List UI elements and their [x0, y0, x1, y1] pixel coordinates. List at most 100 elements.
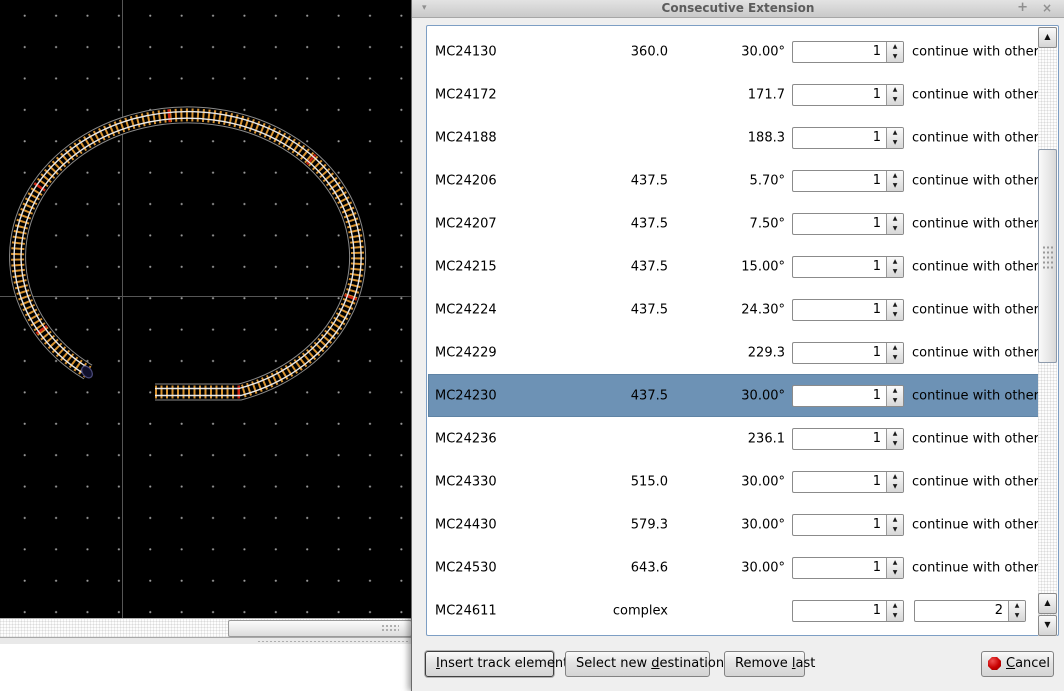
quantity-value[interactable]: 1 — [793, 515, 886, 535]
scroll-up-icon[interactable]: ▲ — [1038, 27, 1057, 48]
maximize-icon[interactable]: + — [1017, 0, 1028, 16]
spinner-steppers[interactable]: ▲ ▼ — [886, 471, 903, 492]
spin-up-icon[interactable]: ▲ — [887, 429, 903, 439]
spin-up-icon[interactable]: ▲ — [887, 343, 903, 353]
spin-down-icon[interactable]: ▼ — [887, 224, 903, 234]
spin-up-icon[interactable]: ▲ — [887, 558, 903, 568]
quantity-value[interactable]: 1 — [793, 343, 886, 363]
spin-down-icon[interactable]: ▼ — [887, 181, 903, 191]
spin-down-icon[interactable]: ▼ — [887, 439, 903, 449]
spinner-steppers[interactable]: ▲ ▼ — [886, 213, 903, 234]
spinner-steppers[interactable]: ▲ ▼ — [1008, 600, 1025, 621]
spinner-steppers[interactable]: ▲ ▼ — [886, 256, 903, 277]
quantity-spinner[interactable]: 1 ▲ ▼ — [792, 298, 904, 321]
quantity-spinner[interactable]: 1 ▲ ▼ — [792, 255, 904, 278]
track-row[interactable]: MC24236 236.1 1 ▲ ▼ ▲ ▼ continue with ot… — [428, 417, 1040, 460]
spin-down-icon[interactable]: ▼ — [887, 95, 903, 105]
spin-down-icon[interactable]: ▼ — [887, 138, 903, 148]
spin-down-icon[interactable]: ▼ — [887, 310, 903, 320]
track-row[interactable]: MC24172 171.7 1 ▲ ▼ ▲ ▼ continue with ot… — [428, 73, 1040, 116]
spin-up-icon[interactable]: ▲ — [887, 386, 903, 396]
spin-down-icon[interactable]: ▼ — [887, 611, 903, 621]
spin-up-icon[interactable]: ▲ — [887, 128, 903, 138]
canvas-hscrollbar[interactable] — [0, 618, 412, 637]
spinner-steppers[interactable]: ▲ ▼ — [886, 41, 903, 62]
spin-up-icon[interactable]: ▲ — [887, 300, 903, 310]
quantity-value[interactable]: 1 — [793, 128, 886, 148]
quantity-value[interactable]: 1 — [793, 85, 886, 105]
spin-up-icon[interactable]: ▲ — [1009, 601, 1025, 611]
spin-down-icon[interactable]: ▼ — [887, 396, 903, 406]
quantity-spinner[interactable]: 1 ▲ ▼ — [792, 599, 904, 622]
track-row[interactable]: MC24229 229.3 1 ▲ ▼ ▲ ▼ continue with ot… — [428, 331, 1040, 374]
quantity-spinner[interactable]: 1 ▲ ▼ — [792, 384, 904, 407]
spin-down-icon[interactable]: ▼ — [887, 353, 903, 363]
spinner-steppers[interactable]: ▲ ▼ — [886, 385, 903, 406]
quantity-value[interactable]: 1 — [793, 257, 886, 277]
select-new-destination-button[interactable]: Select new destination — [565, 651, 724, 677]
dialog-titlebar[interactable]: ▾ Consecutive Extension + × — [412, 0, 1064, 18]
quantity-spinner[interactable]: 1 ▲ ▼ — [792, 556, 904, 579]
quantity-value[interactable]: 1 — [793, 386, 886, 406]
spin-down-icon[interactable]: ▼ — [1009, 611, 1025, 621]
quantity-spinner[interactable]: 1 ▲ ▼ — [792, 341, 904, 364]
quantity-spinner[interactable]: 1 ▲ ▼ — [792, 83, 904, 106]
quantity-value[interactable]: 1 — [793, 42, 886, 62]
spin-up-icon[interactable]: ▲ — [887, 85, 903, 95]
quantity-spinner[interactable]: 1 ▲ ▼ — [792, 169, 904, 192]
spin-down-icon[interactable]: ▼ — [887, 568, 903, 578]
scroll-down-icon[interactable]: ▼ — [1038, 615, 1057, 636]
quantity-value[interactable]: 1 — [793, 429, 886, 449]
quantity-value[interactable]: 1 — [793, 601, 886, 621]
track-row[interactable]: MC24611 complex 1 ▲ ▼ 2 ▲ ▼ — [428, 589, 1040, 632]
quantity-value[interactable]: 1 — [793, 300, 886, 320]
remove-last-button[interactable]: Remove last — [724, 651, 815, 677]
track-row[interactable]: MC24188 188.3 1 ▲ ▼ ▲ ▼ continue with ot… — [428, 116, 1040, 159]
track-row[interactable]: MC24230 437.5 30.00° 1 ▲ ▼ ▲ ▼ continue … — [428, 374, 1040, 417]
quantity-value[interactable]: 1 — [793, 214, 886, 234]
track-row[interactable]: MC24215 437.5 15.00° 1 ▲ ▼ ▲ ▼ continue … — [428, 245, 1040, 288]
quantity-value[interactable]: 1 — [793, 558, 886, 578]
spinner-steppers[interactable]: ▲ ▼ — [886, 514, 903, 535]
insert-track-element-button[interactable]: Insert track element — [425, 651, 568, 677]
cancel-button[interactable]: Cancel — [981, 651, 1054, 677]
spinner-steppers[interactable]: ▲ ▼ — [886, 557, 903, 578]
spinner-steppers[interactable]: ▲ ▼ — [886, 127, 903, 148]
spinner-steppers[interactable]: ▲ ▼ — [886, 342, 903, 363]
spin-up-icon[interactable]: ▲ — [887, 257, 903, 267]
spin-up-icon[interactable]: ▲ — [887, 42, 903, 52]
spinner-steppers[interactable]: ▲ ▼ — [886, 600, 903, 621]
spin-down-icon[interactable]: ▼ — [887, 267, 903, 277]
spinner-steppers[interactable]: ▲ ▼ — [886, 299, 903, 320]
secondary-quantity-spinner[interactable]: 2 ▲ ▼ — [914, 599, 1026, 622]
quantity-value[interactable]: 1 — [793, 472, 886, 492]
quantity-spinner[interactable]: 1 ▲ ▼ — [792, 513, 904, 536]
spin-up-icon[interactable]: ▲ — [887, 515, 903, 525]
track-row[interactable]: MC24130 360.0 30.00° 1 ▲ ▼ ▲ ▼ continue … — [428, 30, 1040, 73]
close-icon[interactable]: × — [1042, 0, 1052, 16]
spinner-steppers[interactable]: ▲ ▼ — [886, 428, 903, 449]
spin-up-icon[interactable]: ▲ — [887, 214, 903, 224]
spin-up-icon[interactable]: ▲ — [887, 601, 903, 611]
spin-up-icon[interactable]: ▲ — [887, 472, 903, 482]
quantity-spinner[interactable]: 1 ▲ ▼ — [792, 126, 904, 149]
list-scrollbar-thumb[interactable] — [1038, 149, 1057, 363]
quantity-spinner[interactable]: 1 ▲ ▼ — [792, 212, 904, 235]
spin-up-icon[interactable]: ▲ — [887, 171, 903, 181]
track-row[interactable]: MC24530 643.6 30.00° 1 ▲ ▼ ▲ ▼ continue … — [428, 546, 1040, 589]
spinner-steppers[interactable]: ▲ ▼ — [886, 84, 903, 105]
spin-down-icon[interactable]: ▼ — [887, 525, 903, 535]
spin-down-icon[interactable]: ▼ — [887, 52, 903, 62]
canvas-hscrollbar-thumb[interactable] — [228, 620, 412, 637]
quantity-spinner[interactable]: 1 ▲ ▼ — [792, 470, 904, 493]
track-row[interactable]: MC24224 437.5 24.30° 1 ▲ ▼ ▲ ▼ continue … — [428, 288, 1040, 331]
list-scrollbar[interactable]: ▲ ▲ ▼ — [1038, 27, 1057, 636]
spinner-steppers[interactable]: ▲ ▼ — [886, 170, 903, 191]
track-list[interactable]: MC24130 360.0 30.00° 1 ▲ ▼ ▲ ▼ continue … — [426, 25, 1059, 636]
spin-down-icon[interactable]: ▼ — [887, 482, 903, 492]
quantity-spinner[interactable]: 1 ▲ ▼ — [792, 40, 904, 63]
track-row[interactable]: MC24207 437.5 7.50° 1 ▲ ▼ ▲ ▼ continue w… — [428, 202, 1040, 245]
track-canvas[interactable] — [0, 0, 411, 618]
quantity-value[interactable]: 1 — [793, 171, 886, 191]
track-row[interactable]: MC24206 437.5 5.70° 1 ▲ ▼ ▲ ▼ continue w… — [428, 159, 1040, 202]
